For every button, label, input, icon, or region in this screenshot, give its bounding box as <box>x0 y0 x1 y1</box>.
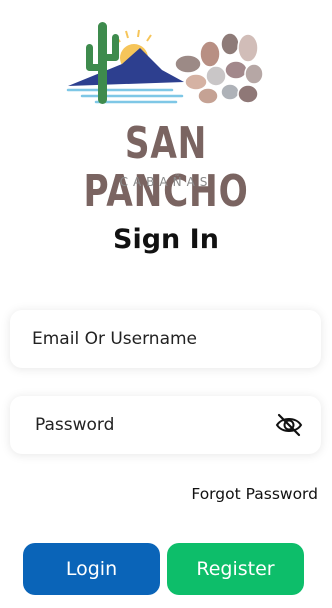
forgot-password-link[interactable]: Forgot Password <box>191 485 318 503</box>
water-lines <box>66 88 184 104</box>
password-field[interactable] <box>35 396 275 454</box>
password-field-container <box>10 396 321 454</box>
page-title: Sign In <box>113 224 219 255</box>
brand-name: SAN PANCHO <box>83 118 249 217</box>
register-button[interactable]: Register <box>167 543 304 595</box>
sun-rays <box>115 29 152 43</box>
brand-subtitle: CABAÑAS <box>119 175 213 189</box>
eye-slash-icon[interactable] <box>275 412 303 438</box>
email-field-container <box>10 310 321 368</box>
cactus-shape <box>86 22 119 104</box>
login-button[interactable]: Login <box>23 543 160 595</box>
stone-wall-shape <box>174 32 264 105</box>
email-field[interactable] <box>32 310 272 368</box>
